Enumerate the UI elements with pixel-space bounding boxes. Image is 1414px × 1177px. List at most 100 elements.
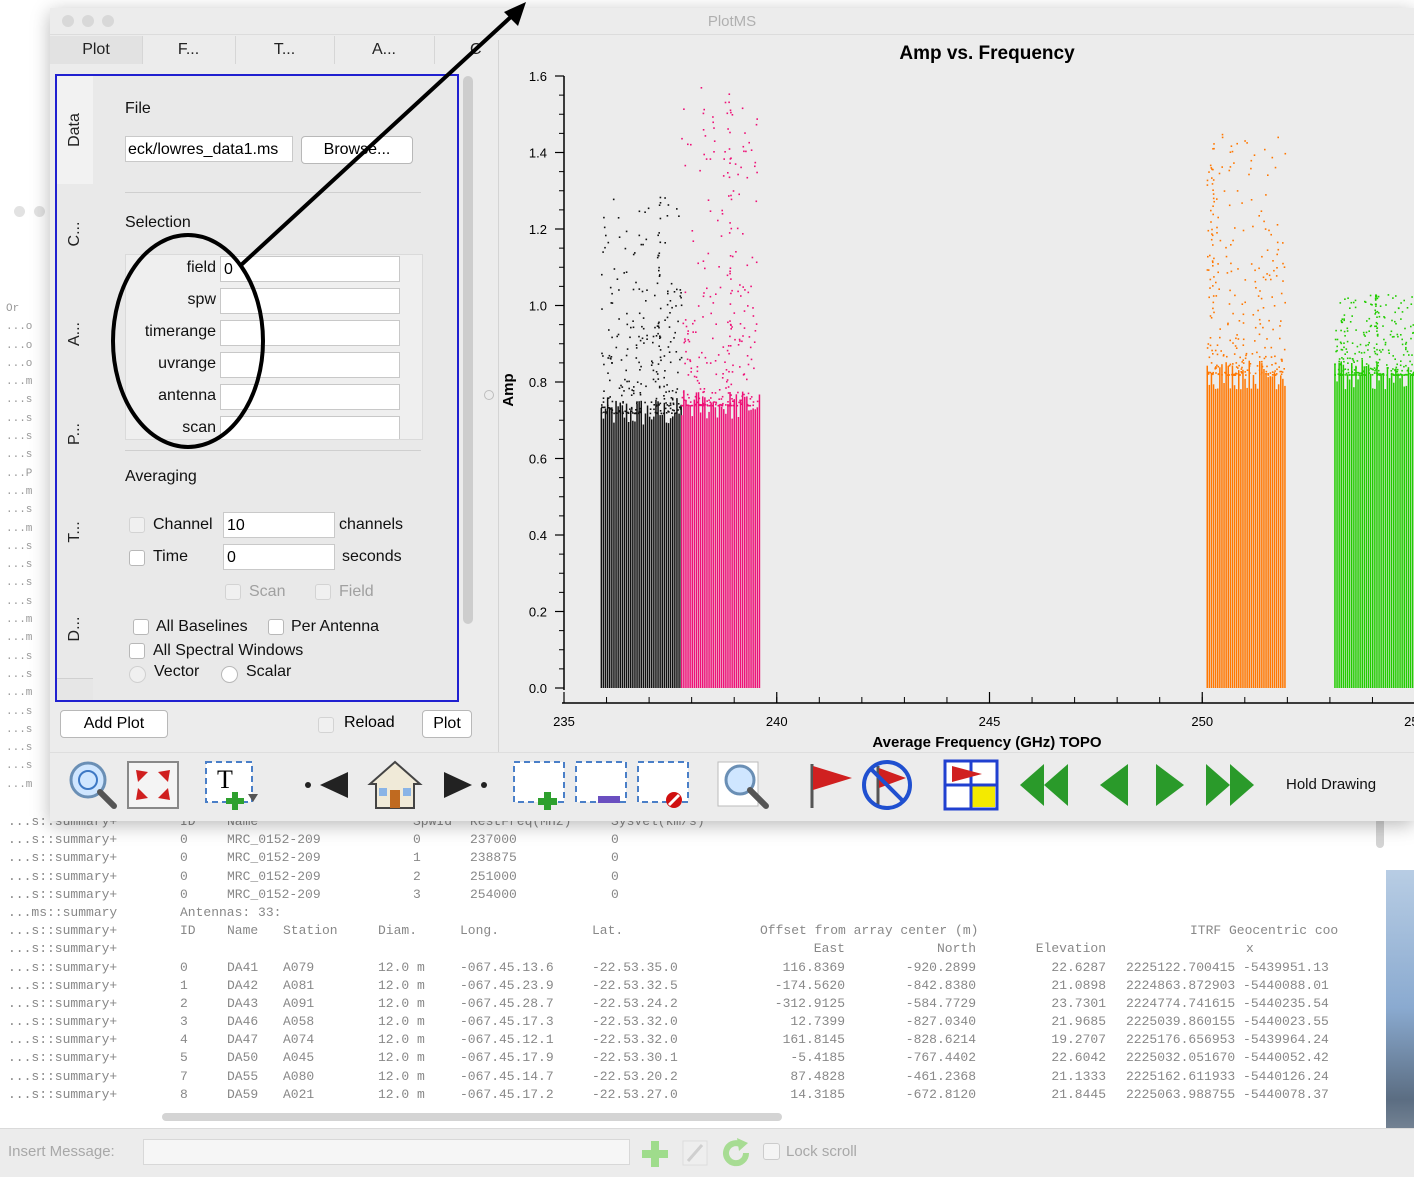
log-cell: -842.8380 <box>860 977 976 995</box>
all-baselines-checkbox[interactable] <box>133 619 149 635</box>
splitter-handle[interactable] <box>484 390 494 400</box>
tab-tools[interactable]: T... <box>235 36 335 64</box>
vtab-display[interactable]: D... <box>57 580 93 679</box>
amp-vs-frequency-chart[interactable]: Amp vs. Frequency 0.00.20.40.60.81.01.21… <box>499 40 1414 752</box>
add-plot-button[interactable]: Add Plot <box>60 710 168 738</box>
data-point <box>730 278 732 280</box>
data-point <box>1359 372 1361 374</box>
data-point <box>1241 361 1243 363</box>
clear-regions-icon[interactable] <box>634 758 692 812</box>
spw-input[interactable] <box>220 288 400 314</box>
close-button[interactable] <box>14 206 25 217</box>
edit-message-icon[interactable] <box>681 1139 709 1167</box>
browse-button[interactable]: Browse... <box>301 136 413 164</box>
tab-options[interactable]: C <box>434 36 495 64</box>
log-cell: DA59 <box>227 1086 258 1103</box>
data-point <box>622 412 624 414</box>
last-iteration-icon[interactable] <box>1200 758 1258 812</box>
tab-annotator[interactable]: A... <box>334 36 435 64</box>
insert-message-input[interactable] <box>143 1139 630 1165</box>
log-horizontal-scrollbar[interactable] <box>162 1113 782 1121</box>
data-point <box>1212 353 1214 355</box>
field-average-checkbox[interactable] <box>315 584 331 600</box>
vtab-page[interactable]: P... <box>57 384 93 485</box>
vtab-axes[interactable]: A... <box>57 284 93 385</box>
first-iteration-icon[interactable] <box>1016 758 1074 812</box>
log-vertical-scrollbar[interactable] <box>1376 818 1384 848</box>
lock-scroll-checkbox[interactable] <box>763 1143 780 1160</box>
vector-radio[interactable] <box>129 666 146 683</box>
step-forward-icon[interactable] <box>434 758 492 812</box>
data-point <box>1257 310 1259 312</box>
data-column <box>744 397 746 688</box>
field-input[interactable]: 0 <box>220 256 400 282</box>
plot-button[interactable]: Plot <box>422 710 472 738</box>
data-point <box>1211 362 1213 364</box>
time-average-checkbox[interactable] <box>129 550 145 566</box>
subtract-region-icon[interactable] <box>572 758 630 812</box>
locate-icon[interactable] <box>714 758 772 812</box>
data-point <box>1376 325 1378 327</box>
channel-average-input[interactable]: 10 <box>223 512 335 538</box>
vtab-calibration[interactable]: C... <box>57 184 93 285</box>
uvrange-input[interactable] <box>220 352 400 378</box>
data-point <box>1213 201 1215 203</box>
unflag-icon[interactable] <box>858 758 916 812</box>
next-iteration-icon[interactable] <box>1142 758 1200 812</box>
pan-fit-icon[interactable] <box>124 758 182 812</box>
timerange-label: timerange <box>145 323 216 341</box>
data-point <box>741 341 743 343</box>
data-panel-scrollbar[interactable] <box>463 76 473 624</box>
refresh-icon[interactable] <box>720 1137 752 1169</box>
data-point <box>728 392 730 394</box>
time-average-input[interactable]: 0 <box>223 544 335 570</box>
add-message-icon[interactable] <box>640 1139 670 1169</box>
add-flag-region-icon[interactable] <box>510 758 568 812</box>
timerange-input[interactable] <box>220 320 400 346</box>
data-point <box>1285 153 1287 155</box>
data-point <box>739 339 741 341</box>
data-point <box>660 242 662 244</box>
reload-checkbox[interactable] <box>318 717 334 733</box>
data-point <box>609 380 611 382</box>
selection-fields: field0 spw timerange uvrange antenna sca… <box>125 254 423 440</box>
data-point <box>1375 296 1377 298</box>
data-point <box>651 360 653 362</box>
home-icon[interactable] <box>366 758 424 812</box>
data-point <box>1403 300 1405 302</box>
step-back-icon[interactable] <box>300 758 358 812</box>
data-point <box>1232 363 1234 365</box>
vtab-data[interactable]: Data <box>57 76 93 185</box>
scan-input[interactable] <box>220 416 400 440</box>
annotate-text-icon[interactable]: T <box>202 758 260 812</box>
previous-iteration-icon[interactable] <box>1084 758 1142 812</box>
data-point <box>1394 369 1396 371</box>
data-point <box>664 355 666 357</box>
data-point <box>677 388 679 390</box>
file-path-input[interactable]: eck/lowres_data1.ms <box>125 136 293 162</box>
data-point <box>1212 372 1214 374</box>
all-spectral-windows-checkbox[interactable] <box>129 643 145 659</box>
tab-plot[interactable]: Plot <box>50 36 143 64</box>
flag-extend-icon[interactable] <box>942 758 1000 812</box>
zoom-icon[interactable] <box>62 758 120 812</box>
antenna-input[interactable] <box>220 384 400 410</box>
data-point <box>1361 358 1363 360</box>
plot-canvas[interactable]: Amp vs. Frequency 0.00.20.40.60.81.01.21… <box>498 40 1414 752</box>
vtab-transform[interactable]: T... <box>57 484 93 581</box>
data-point <box>1376 322 1378 324</box>
flag-icon[interactable] <box>802 758 860 812</box>
data-point <box>1374 372 1376 374</box>
data-column <box>617 406 619 688</box>
minimize-button[interactable] <box>34 206 45 217</box>
data-point <box>716 402 718 404</box>
data-point <box>1208 343 1210 345</box>
data-point <box>1251 160 1253 162</box>
per-antenna-checkbox[interactable] <box>268 619 284 635</box>
data-column <box>759 395 761 689</box>
tab-flagging[interactable]: F... <box>142 36 236 64</box>
data-column <box>725 414 727 688</box>
scan-average-checkbox[interactable] <box>225 584 241 600</box>
scalar-radio[interactable] <box>221 666 238 683</box>
channel-average-checkbox[interactable] <box>129 517 145 533</box>
